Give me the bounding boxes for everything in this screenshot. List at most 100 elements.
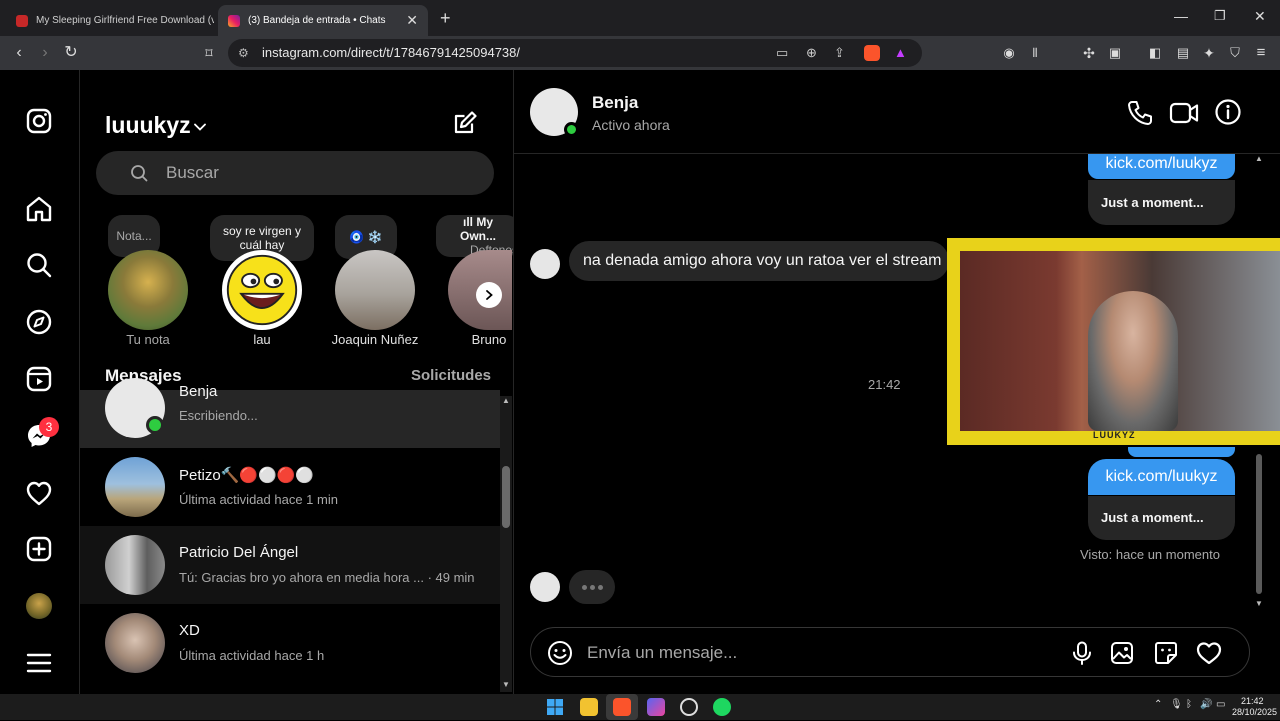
online-status-dot xyxy=(564,122,579,137)
message-composer[interactable]: Envía un mensaje... xyxy=(530,627,1250,677)
photo-gallery-icon[interactable] xyxy=(1109,640,1135,666)
file-explorer-icon[interactable] xyxy=(580,698,598,716)
new-message-icon[interactable] xyxy=(452,110,478,136)
message-input[interactable]: Envía un mensaje... xyxy=(587,643,737,663)
scrollbar-thumb[interactable] xyxy=(1256,454,1262,594)
windows-start-icon[interactable] xyxy=(546,698,564,716)
close-window-icon[interactable]: ✕ xyxy=(1254,8,1266,25)
conversation-name: XD xyxy=(179,622,200,639)
notifications-heart-icon[interactable] xyxy=(24,478,54,508)
taskbar-active-app[interactable] xyxy=(606,694,638,720)
media-attachment-edge xyxy=(1128,447,1235,457)
note-avatar-own[interactable] xyxy=(108,250,188,330)
share-icon[interactable]: ⇪ xyxy=(834,39,845,67)
home-icon[interactable] xyxy=(24,194,54,224)
maximize-icon[interactable]: ❐ xyxy=(1214,8,1226,24)
bookmark-icon[interactable]: ⌑ xyxy=(200,44,218,62)
conversation-row[interactable]: Petizo🔨🔴⚪🔴⚪ Última actividad hace 1 min xyxy=(80,448,500,526)
create-post-icon[interactable] xyxy=(24,534,54,564)
reels-icon[interactable] xyxy=(24,364,54,394)
emoji-icon[interactable] xyxy=(547,640,573,666)
account-username[interactable]: luuukyz xyxy=(105,112,191,139)
scroll-down-arrow-icon[interactable]: ▼ xyxy=(1255,599,1263,608)
more-menu-icon[interactable] xyxy=(24,648,54,678)
discord-icon[interactable] xyxy=(647,698,665,716)
spotify-icon[interactable] xyxy=(713,698,731,716)
browser-tab[interactable]: My Sleeping Girlfriend Free Download (v1… xyxy=(6,5,214,36)
outgoing-link-message[interactable]: kick.com/luukyz xyxy=(1088,459,1235,495)
menu-icon[interactable]: ≡ xyxy=(1252,44,1270,62)
link-preview-card[interactable]: Just a moment... xyxy=(1088,180,1235,225)
leo-ai-icon[interactable]: ✦ xyxy=(1200,44,1218,62)
vpn-icon[interactable]: ⛉ xyxy=(1226,44,1244,62)
wallet-icon[interactable]: ▤ xyxy=(1174,44,1192,62)
system-clock-date[interactable]: 28/10/2025 xyxy=(1232,707,1277,717)
video-call-icon[interactable] xyxy=(1169,99,1199,127)
conversation-row[interactable]: Patricio Del Ángel Tú: Gracias bro yo ah… xyxy=(80,526,500,604)
conversation-avatar xyxy=(105,457,165,517)
search-input[interactable]: Buscar xyxy=(96,151,494,195)
extension-bars-icon[interactable]: ⦀ xyxy=(1026,44,1044,62)
forward-icon[interactable]: › xyxy=(36,44,54,62)
scroll-up-arrow-icon[interactable]: ▲ xyxy=(502,396,510,405)
conversation-row[interactable]: XD Última actividad hace 1 h xyxy=(80,604,500,682)
system-clock-time[interactable]: 21:42 xyxy=(1241,696,1264,706)
bluetooth-icon[interactable]: ᛒ xyxy=(1186,699,1192,710)
minimize-icon[interactable]: — xyxy=(1174,8,1188,24)
webcam-overlay-frame: LUUKYZ xyxy=(947,238,1280,445)
network-icon[interactable]: ▭ xyxy=(1216,699,1225,710)
microphone-icon[interactable] xyxy=(1069,640,1095,666)
conversation-info-icon[interactable] xyxy=(1214,98,1242,126)
sticker-icon[interactable] xyxy=(1153,640,1179,666)
new-tab-icon[interactable]: + xyxy=(440,8,451,29)
extensions-puzzle-icon[interactable]: ✣ xyxy=(1080,44,1098,62)
scrollbar-thumb[interactable] xyxy=(502,466,510,528)
search-icon[interactable] xyxy=(24,250,54,280)
note-avatar-lau[interactable] xyxy=(222,250,302,330)
reload-icon[interactable]: ↻ xyxy=(62,44,80,62)
tray-overflow-icon[interactable]: ⌃ xyxy=(1154,699,1162,710)
close-tab-icon[interactable]: ✕ xyxy=(406,12,418,29)
chevron-down-icon[interactable] xyxy=(193,120,207,134)
brave-shields-icon[interactable] xyxy=(864,45,880,61)
conversation-preview: Tú: Gracias bro yo ahora en media hora .… xyxy=(179,570,475,585)
site-settings-icon[interactable]: ⚙ xyxy=(238,39,249,67)
inbox-panel: luuukyz Buscar Nota... soy re virgen y c… xyxy=(80,70,514,694)
voice-call-icon[interactable] xyxy=(1126,99,1154,127)
address-bar[interactable]: ⚙ instagram.com/direct/t/178467914250947… xyxy=(228,39,922,67)
typing-dot xyxy=(582,585,587,590)
instagram-logo-icon[interactable] xyxy=(24,106,54,136)
conversation-status: Escribiendo... xyxy=(179,408,258,423)
sidebar-toggle-icon[interactable]: ◧ xyxy=(1146,44,1164,62)
explore-compass-icon[interactable] xyxy=(24,307,54,337)
scroll-down-arrow-icon[interactable]: ▼ xyxy=(502,680,510,689)
extension-globe-icon[interactable]: ◉ xyxy=(1000,44,1018,62)
contact-name[interactable]: Benja xyxy=(592,93,638,113)
conversation-row[interactable]: Benja Escribiendo... xyxy=(80,378,500,448)
incoming-message[interactable]: na denada amigo ahora voy un ratoa ver e… xyxy=(569,241,949,281)
scroll-up-arrow-icon[interactable]: ▲ xyxy=(1255,154,1263,163)
screenshot-icon[interactable]: ▣ xyxy=(1106,44,1124,62)
link-preview-card[interactable]: Just a moment... xyxy=(1088,496,1235,540)
note-avatar-joaquin[interactable] xyxy=(335,250,415,330)
clock-app-icon[interactable] xyxy=(680,698,698,716)
note-name-lau: lau xyxy=(253,332,271,347)
os-taskbar: ⌃ 🎙 ᛒ 🔊 ▭ 21:42 28/10/2025 xyxy=(0,694,1280,720)
browser-tab-active[interactable]: (3) Bandeja de entrada • Chats ✕ xyxy=(218,5,428,36)
volume-icon[interactable]: 🔊 xyxy=(1200,699,1212,710)
requests-tab[interactable]: Solicitudes xyxy=(411,367,491,384)
profile-avatar[interactable] xyxy=(26,593,52,619)
typing-dot xyxy=(598,585,603,590)
outgoing-link-message[interactable]: kick.com/luukyz xyxy=(1088,154,1235,179)
inbox-scrollbar[interactable]: ▲ ▼ xyxy=(500,396,512,692)
zoom-icon[interactable]: ⊕ xyxy=(806,39,817,67)
like-heart-icon[interactable] xyxy=(1195,640,1223,666)
notes-next-button[interactable] xyxy=(476,282,502,308)
brave-rewards-icon[interactable]: ▲ xyxy=(894,39,907,67)
note-name-bruno: Bruno xyxy=(471,332,507,347)
tab-title: (3) Bandeja de entrada • Chats xyxy=(248,15,386,26)
url-text: instagram.com/direct/t/17846791425094738… xyxy=(262,45,521,60)
cast-icon[interactable]: ▭ xyxy=(776,39,788,67)
microphone-tray-icon[interactable]: 🎙 xyxy=(1170,699,1183,710)
back-icon[interactable]: ‹ xyxy=(10,44,28,62)
